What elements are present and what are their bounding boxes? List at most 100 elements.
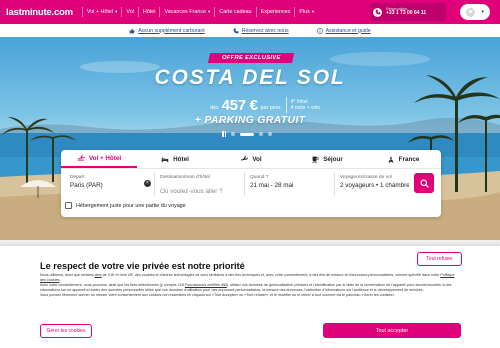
nav-vol-hotel[interactable]: Vol + Hôtel ▾ <box>83 0 122 24</box>
free-parking-text: + PARKING GRATUIT <box>194 114 306 126</box>
benefit-assistance[interactable]: Assistance et guide <box>316 27 371 34</box>
cookie-paragraph: Vous pouvez librement donner ou refuser … <box>40 293 396 298</box>
tab-vol-hotel[interactable]: Vol + Hôtel <box>61 150 137 168</box>
benefit-label: Aucun supplément carburant <box>138 27 205 34</box>
nav-vacances-france-label: Vacances France <box>164 9 207 15</box>
nav-vol[interactable]: Vol <box>122 0 138 24</box>
dates-value: 21 mai - 28 mai <box>250 182 294 189</box>
price-suffix: par pers. <box>260 105 282 111</box>
nav-carte-cadeau[interactable]: Carte cadeau <box>215 0 255 24</box>
carousel-controls <box>222 131 272 137</box>
nav-experiences[interactable]: Experiences <box>257 0 295 24</box>
cookie-text: . <box>59 278 61 283</box>
departure-value: Paris (PAR) <box>70 182 103 189</box>
price-amount: 457 € <box>221 96 258 114</box>
hero-title: COSTA DEL SOL <box>154 66 346 89</box>
pause-icon[interactable] <box>222 131 226 137</box>
cookie-text: Nous utilisons, ainsi que certains <box>40 273 95 277</box>
phone-icon <box>233 28 239 33</box>
dates-field[interactable]: Quand ? 21 mai - 28 mai <box>245 172 335 196</box>
partial-stay-label: Hébergement juste pour une partie du voy… <box>76 202 186 209</box>
benefit-no-fuel-surcharge[interactable]: Aucun supplément carburant <box>129 27 205 34</box>
destination-field[interactable]: Destination/nom d'hôtel <box>155 172 260 196</box>
price-divider <box>285 97 287 113</box>
phone-text: Réservation +33 1 73 00 64 11 <box>386 5 427 17</box>
search-button[interactable] <box>414 173 434 193</box>
accept-all-button[interactable]: Tout accepter <box>323 323 461 338</box>
travellers-value: 2 voyageurs • 1 chambre... <box>340 182 409 189</box>
carousel-dot[interactable] <box>231 132 235 136</box>
clear-icon[interactable]: × <box>144 180 151 187</box>
search-widget: Vol + Hôtel Hôtel Vol Séjour France Dépa… <box>61 150 441 217</box>
departure-label: Départ <box>70 175 85 180</box>
main-nav: Vol + Hôtel ▾ Vol Hôtel Vacances France ▾ … <box>81 0 318 24</box>
cookie-text: de l'UE et hors UE, des cookies et d'aut… <box>101 273 441 277</box>
phone-label: Réservation <box>386 5 408 11</box>
cookie-consent-banner: Le respect de votre vie privée est notre… <box>0 246 500 348</box>
tab-label: Vol + Hôtel <box>88 154 122 162</box>
plane-hotel-icon <box>77 154 85 161</box>
tab-label: Hôtel <box>173 155 189 163</box>
nav-vol-hotel-label: Vol + Hôtel <box>86 9 114 15</box>
benefit-label: Assistance et guide <box>325 27 371 34</box>
phone-booking-button[interactable]: Réservation +33 1 73 00 64 11 <box>370 3 446 21</box>
thumbs-up-icon <box>129 28 135 33</box>
partial-stay-option[interactable]: Hébergement juste pour une partie du voy… <box>65 202 186 209</box>
cookie-paragraph: Avec votre consentement, nous pouvons, a… <box>40 283 460 293</box>
nav-plus[interactable]: Plus ▾ <box>295 0 318 24</box>
tab-france[interactable]: France <box>365 150 441 168</box>
offer-detail-nights: 4 nuits + vols <box>290 105 320 111</box>
exclusive-offer-text: OFFRE EXCLUSIVE <box>221 55 281 61</box>
benefit-label: Réservez avec nous <box>241 27 289 34</box>
cookie-title: Le respect de votre vie privée est notre… <box>40 261 245 271</box>
partial-stay-checkbox[interactable] <box>65 202 72 209</box>
price-block: dès 457 € par pers. 4* hôtel 4 nuits + v… <box>195 95 335 115</box>
third-parties-link[interactable]: tiers <box>95 273 102 277</box>
tab-label: Séjour <box>323 155 343 163</box>
eiffel-tower-icon <box>388 155 394 163</box>
tab-label: France <box>398 155 420 163</box>
nav-vacances-france[interactable]: Vacances France ▾ <box>160 0 214 24</box>
tab-vol[interactable]: Vol <box>213 150 289 168</box>
chevron-down-icon: ▾ <box>208 9 211 14</box>
nav-plus-label: Plus <box>299 9 310 15</box>
search-icon <box>419 178 429 188</box>
travellers-field[interactable]: Voyageurs/classe de vol 2 voyageurs • 1 … <box>335 172 413 196</box>
bed-icon <box>161 157 169 163</box>
departure-field[interactable]: Départ Paris (PAR) × <box>65 172 155 196</box>
destination-label: Destination/nom d'hôtel <box>160 175 210 180</box>
site-logo[interactable]: lastminute.com <box>6 7 73 18</box>
cup-icon <box>312 156 319 163</box>
cookie-paragraph: Nous utilisons, ainsi que certains tiers… <box>40 273 460 283</box>
tab-label: Vol <box>252 155 262 163</box>
offer-details: 4* hôtel 4 nuits + vols <box>291 99 320 112</box>
manage-cookies-button[interactable]: Gérer les cookies <box>40 324 92 338</box>
chevron-down-icon: ▾ <box>311 9 315 14</box>
iab-vendors-link[interactable]: Fournisseurs certifiés IAB <box>185 283 227 287</box>
avatar-icon <box>466 7 476 17</box>
cookie-description: Nous utilisons, ainsi que certains tiers… <box>40 273 460 298</box>
chevron-down-icon: ▾ <box>481 9 484 15</box>
benefits-bar: Aucun supplément carburant Réservez avec… <box>0 24 500 37</box>
top-navigation-bar: lastminute.com Vol + Hôtel ▾ Vol Hôtel Va… <box>0 0 500 24</box>
carousel-dot[interactable] <box>268 132 272 136</box>
plane-icon <box>241 155 249 161</box>
tab-hotel[interactable]: Hôtel <box>137 150 213 168</box>
price-prefix: dès <box>210 105 219 111</box>
carousel-dot[interactable] <box>259 132 263 136</box>
tab-sejour[interactable]: Séjour <box>289 150 365 168</box>
phone-icon <box>373 7 382 17</box>
product-tabs: Vol + Hôtel Hôtel Vol Séjour France <box>61 150 441 169</box>
cookie-text: Avec votre consentement, nous pouvons, a… <box>40 283 185 288</box>
exclusive-offer-badge: OFFRE EXCLUSIVE <box>207 53 295 63</box>
search-fields: Départ Paris (PAR) × Destination/nom d'h… <box>65 172 437 196</box>
phone-number: +33 1 73 00 64 11 <box>386 10 427 17</box>
refuse-all-button[interactable]: Tout refuser <box>417 252 462 266</box>
offer-detail-hotel: 4* hôtel <box>290 98 308 105</box>
user-menu-button[interactable]: ▾ <box>460 4 490 20</box>
benefit-book-with-us[interactable]: Réservez avec nous <box>233 28 289 34</box>
nav-hotel[interactable]: Hôtel <box>139 0 160 24</box>
chevron-down-icon: ▾ <box>115 9 118 14</box>
travellers-label: Voyageurs/classe de vol <box>340 175 392 180</box>
carousel-dot-active[interactable] <box>240 132 254 136</box>
